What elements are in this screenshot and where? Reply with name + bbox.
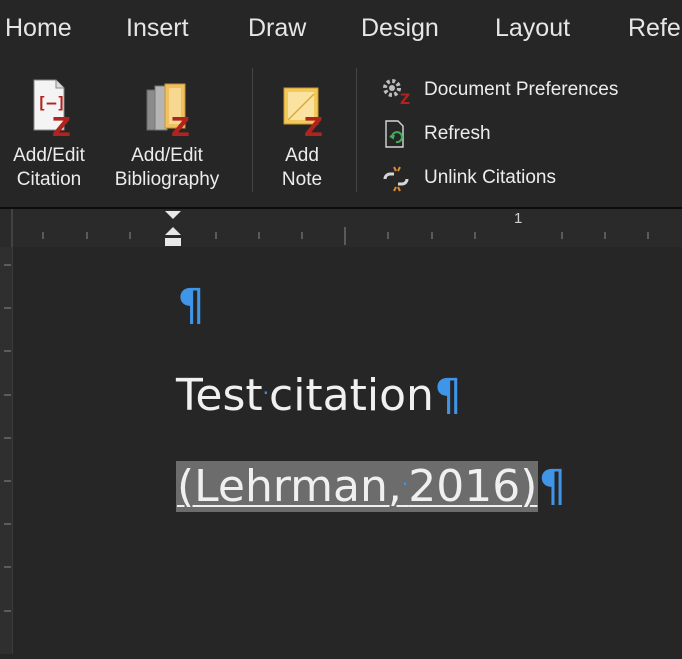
note-icon: Z — [283, 87, 323, 140]
ribbon-separator — [356, 68, 357, 192]
ruler-mark-1: 1 — [514, 210, 523, 227]
document-preferences-label: Document Preferences — [424, 79, 619, 100]
citation-text: (Lehrman, — [177, 461, 402, 512]
bibliography-icon: Z — [146, 83, 190, 140]
citation-text: 2016) — [408, 461, 538, 512]
svg-text:Z: Z — [400, 92, 410, 105]
gear-icon: Z — [380, 75, 412, 105]
text-word: Test — [176, 370, 263, 421]
left-indent-marker — [165, 238, 181, 246]
paragraph-mark: ¶ — [177, 280, 205, 331]
document-preferences-button[interactable]: Z Document Preferences — [380, 75, 618, 105]
ribbon-separator — [252, 68, 253, 192]
zotero-citation-field[interactable]: (Lehrman,·2016) — [176, 461, 539, 512]
add-note-button[interactable]: Z Add Note — [264, 76, 340, 192]
citation-icon: [–] Z — [33, 79, 71, 140]
paragraph-mark: ¶ — [433, 370, 462, 421]
bibliography-label-2: Bibliography — [114, 169, 220, 190]
space-mark: · — [262, 381, 270, 405]
svg-text:Z: Z — [171, 113, 190, 140]
document-canvas[interactable] — [13, 247, 682, 654]
citation-field-line[interactable]: (Lehrman,·2016)¶ — [176, 461, 566, 512]
unlink-citations-button[interactable]: Unlink Citations — [380, 163, 556, 193]
add-edit-bibliography-button[interactable]: Z Add/Edit Bibliography — [102, 76, 232, 192]
note-label-1: Add — [285, 145, 319, 166]
ribbon-tab-bar: Home Insert Draw Design Layout Refe — [0, 0, 682, 58]
tab-home[interactable]: Home — [5, 14, 72, 43]
vertical-ruler[interactable] — [0, 247, 13, 654]
svg-text:Z: Z — [304, 113, 323, 140]
refresh-button[interactable]: Refresh — [380, 119, 491, 149]
citation-label-1: Add/Edit — [13, 145, 85, 166]
tab-references[interactable]: Refe — [628, 14, 681, 43]
tab-design[interactable]: Design — [361, 14, 439, 43]
unlink-citations-label: Unlink Citations — [424, 167, 556, 188]
citation-label-2: Citation — [16, 169, 82, 190]
test-citation-line[interactable]: Test·citation¶ — [176, 370, 462, 421]
bibliography-label-1: Add/Edit — [131, 145, 203, 166]
svg-text:Z: Z — [52, 113, 71, 140]
horizontal-ruler[interactable]: 1 — [0, 209, 682, 247]
add-edit-citation-button[interactable]: [–] Z Add/Edit Citation — [5, 76, 93, 192]
tab-layout[interactable]: Layout — [495, 14, 570, 43]
tab-draw[interactable]: Draw — [248, 14, 306, 43]
space-mark: · — [401, 472, 409, 496]
unlink-icon — [380, 163, 412, 193]
empty-paragraph[interactable]: ¶ — [177, 280, 205, 331]
note-label-2: Note — [281, 169, 323, 190]
refresh-icon — [380, 119, 412, 149]
svg-text:[–]: [–] — [37, 93, 66, 112]
paragraph-mark: ¶ — [538, 461, 567, 512]
text-word: citation — [269, 370, 434, 421]
refresh-label: Refresh — [424, 123, 491, 144]
tab-insert[interactable]: Insert — [126, 14, 189, 43]
